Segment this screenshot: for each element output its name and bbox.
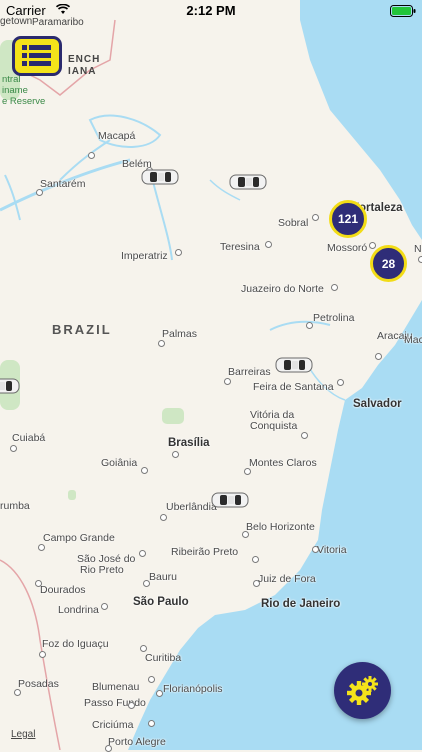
city-dot bbox=[252, 556, 259, 563]
city-dot bbox=[128, 702, 135, 709]
city-dot bbox=[143, 580, 150, 587]
country-label: BRAZIL bbox=[52, 322, 112, 337]
city-dot bbox=[39, 651, 46, 658]
city-label: Posadas bbox=[18, 678, 59, 690]
city-dot bbox=[244, 468, 251, 475]
city-label: Cuiabá bbox=[12, 432, 46, 444]
city-label: rumba bbox=[0, 500, 30, 512]
city-label: Foz do Iguaçu bbox=[42, 638, 109, 650]
city-dot bbox=[101, 603, 108, 610]
city-dot bbox=[312, 214, 319, 221]
park-line-3: e Reserve bbox=[2, 96, 46, 107]
city-dot bbox=[265, 241, 272, 248]
city-dot bbox=[148, 720, 155, 727]
city-label: São Paulo bbox=[133, 596, 189, 608]
car-icon[interactable] bbox=[0, 377, 20, 395]
city-dot bbox=[88, 152, 95, 159]
city-label: Ribeirão Preto bbox=[171, 546, 239, 558]
city-label: Feira de Santana bbox=[253, 381, 334, 393]
city-dot bbox=[10, 445, 17, 452]
city-label: Conquista bbox=[250, 420, 298, 432]
city-dot bbox=[140, 645, 147, 652]
city-dot bbox=[38, 544, 45, 551]
city-label: Santarém bbox=[40, 178, 86, 190]
city-label: Mac bbox=[404, 334, 422, 346]
city-label: Porto Alegre bbox=[108, 736, 166, 748]
city-dot bbox=[224, 378, 231, 385]
city-label: Salvador bbox=[353, 398, 402, 410]
city-label: Montes Claros bbox=[249, 457, 317, 469]
city-label: Mossoró bbox=[327, 242, 368, 254]
city-dot bbox=[175, 249, 182, 256]
city-dot bbox=[418, 256, 422, 263]
city-label: Sobral bbox=[278, 217, 309, 229]
cluster-marker[interactable]: 121 bbox=[329, 200, 367, 238]
city-dot bbox=[141, 467, 148, 474]
city-dot bbox=[306, 322, 313, 329]
city-dot bbox=[105, 745, 112, 752]
city-label: Palmas bbox=[162, 328, 198, 340]
list-menu-button[interactable] bbox=[12, 36, 62, 76]
city-label: Barreiras bbox=[228, 366, 271, 378]
map-label-french: ENCH bbox=[68, 54, 101, 65]
city-dot bbox=[369, 242, 376, 249]
city-label: Blumenau bbox=[92, 681, 140, 693]
city-dot bbox=[331, 284, 338, 291]
settings-button[interactable] bbox=[334, 662, 391, 719]
city-label: N bbox=[414, 243, 422, 255]
city-dot bbox=[160, 514, 167, 521]
city-label: Uberlândia bbox=[166, 501, 217, 513]
city-label: Campo Grande bbox=[43, 532, 115, 544]
legal-link[interactable]: Legal bbox=[11, 729, 35, 740]
city-dot bbox=[158, 340, 165, 347]
city-label: Bauru bbox=[149, 571, 178, 583]
city-label: Vitoria bbox=[317, 544, 347, 556]
map-label-park: ntral iname e Reserve bbox=[2, 74, 45, 107]
city-label: Curitiba bbox=[145, 652, 182, 664]
car-icon[interactable] bbox=[141, 168, 179, 186]
map-label-paramaribo: Paramaribo bbox=[32, 17, 84, 28]
city-label: Dourados bbox=[40, 584, 86, 596]
clock: 2:12 PM bbox=[186, 3, 236, 18]
city-label: Criciúma bbox=[92, 719, 134, 731]
park-line-2: iname bbox=[2, 85, 28, 96]
city-label: Petrolina bbox=[313, 312, 355, 324]
city-dot bbox=[139, 550, 146, 557]
city-dot bbox=[375, 353, 382, 360]
city-label: Rio Preto bbox=[80, 564, 124, 576]
city-dot bbox=[337, 379, 344, 386]
car-icon[interactable] bbox=[275, 356, 313, 374]
city-label: Juiz de Fora bbox=[258, 573, 316, 585]
city-dot bbox=[312, 546, 319, 553]
city-label: Goiânia bbox=[101, 457, 138, 469]
car-icon[interactable] bbox=[229, 173, 267, 191]
car-icon[interactable] bbox=[211, 491, 249, 509]
city-label: Passo Fundo bbox=[84, 697, 146, 709]
city-dot bbox=[172, 451, 179, 458]
battery-icon bbox=[390, 5, 416, 17]
city-dot bbox=[253, 580, 260, 587]
list-menu-icon bbox=[22, 45, 51, 66]
city-label: Juazeiro do Norte bbox=[241, 283, 324, 295]
city-label: Brasília bbox=[168, 437, 210, 449]
city-label: Imperatriz bbox=[121, 250, 168, 262]
city-dot bbox=[36, 189, 43, 196]
city-dot bbox=[242, 531, 249, 538]
city-label: Florianópolis bbox=[163, 683, 223, 695]
map-label-guiana: IANA bbox=[68, 66, 97, 77]
city-dot bbox=[301, 432, 308, 439]
map-label-getown: getown bbox=[0, 16, 33, 27]
city-dot bbox=[148, 676, 155, 683]
cluster-marker[interactable]: 28 bbox=[370, 245, 407, 282]
city-dot bbox=[14, 689, 21, 696]
gears-icon bbox=[347, 676, 378, 705]
city-label: Belo Horizonte bbox=[246, 521, 315, 533]
city-dot bbox=[156, 690, 163, 697]
city-label: Londrina bbox=[58, 604, 99, 616]
city-label: Teresina bbox=[220, 241, 260, 253]
city-label: Macapá bbox=[98, 130, 136, 142]
city-label: Rio de Janeiro bbox=[261, 598, 341, 610]
city-dot bbox=[35, 580, 42, 587]
